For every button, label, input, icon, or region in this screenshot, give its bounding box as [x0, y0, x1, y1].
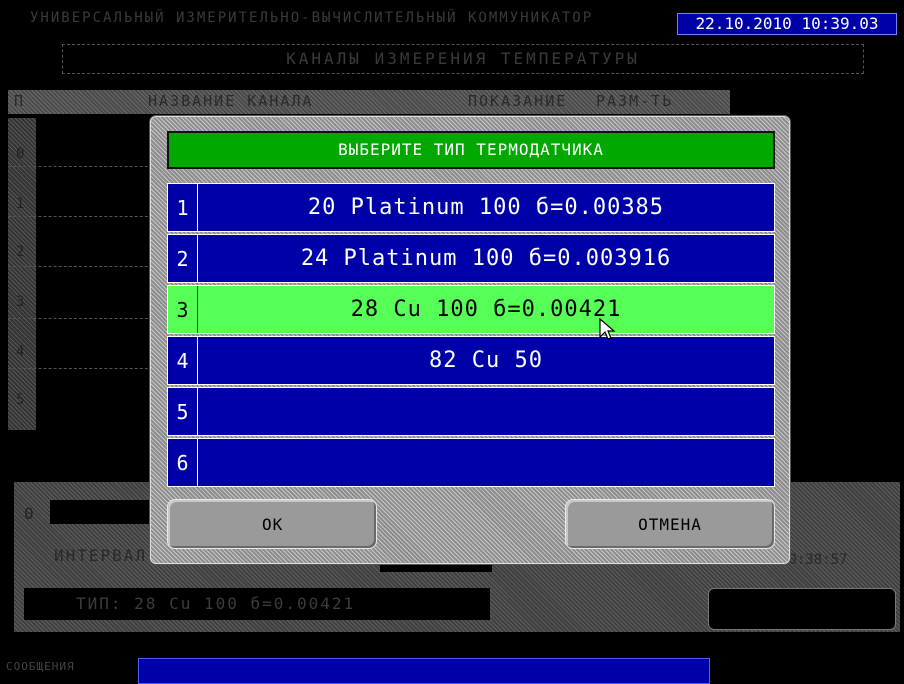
app-title-bar: УНИВЕРСАЛЬНЫЙ ИЗМЕРИТЕЛЬНО-ВЫЧИСЛИТЕЛЬНЫ… — [0, 8, 904, 35]
row-divider — [8, 368, 158, 369]
messages-bar — [138, 658, 710, 684]
item-label: 20 Platinum 100 б=0.00385 — [307, 195, 665, 220]
row-number: 2 — [16, 244, 25, 260]
row-number: 0 — [16, 146, 25, 162]
item-number: 6 — [168, 439, 198, 486]
row-number-column: 0 1 2 3 4 5 — [8, 118, 36, 430]
detail-time: 10:38:57 — [780, 552, 848, 568]
datetime-display: 22.10.2010 10:39.03 — [677, 13, 897, 35]
sensor-type-item-2[interactable]: 2 24 Platinum 100 б=0.003916 — [167, 234, 775, 283]
row-number: 3 — [16, 294, 25, 310]
mouse-pointer-icon — [599, 318, 616, 340]
row-divider — [8, 266, 158, 267]
item-label: 28 Cu 100 б=0.00421 — [350, 297, 622, 322]
cancel-button[interactable]: ОТМЕНА — [565, 499, 775, 549]
interval-label: ИНТЕРВАЛ — [54, 546, 148, 565]
row-divider — [8, 318, 158, 319]
col-number-header: П — [14, 92, 26, 110]
item-number: 3 — [168, 286, 198, 333]
item-number: 1 — [168, 184, 198, 231]
item-number: 5 — [168, 388, 198, 435]
row-number: 5 — [16, 392, 25, 408]
col-name-header: НАЗВАНИЕ КАНАЛА — [148, 92, 314, 110]
ok-button[interactable]: OK — [167, 499, 377, 549]
sensor-type-list: 1 20 Platinum 100 б=0.00385 2 24 Platinu… — [167, 183, 775, 489]
item-label: 82 Cu 50 — [429, 348, 543, 373]
dialog-title: ВЫБЕРИТЕ ТИП ТЕРМОДАТЧИКА — [167, 131, 775, 169]
row-divider — [8, 166, 158, 167]
detail-index: 0 — [24, 504, 34, 523]
sensor-type-dialog: ВЫБЕРИТЕ ТИП ТЕРМОДАТЧИКА 1 20 Platinum … — [150, 116, 790, 564]
col-value-header: ПОКАЗАНИЕ — [468, 92, 568, 110]
item-number: 2 — [168, 235, 198, 282]
detail-value-box — [708, 588, 896, 630]
col-unit-header: РАЗМ-ТЬ — [596, 92, 674, 110]
detail-name-field[interactable] — [50, 500, 162, 524]
row-divider — [8, 216, 158, 217]
row-number: 4 — [16, 344, 25, 360]
table-header: П НАЗВАНИЕ КАНАЛА ПОКАЗАНИЕ РАЗМ-ТЬ — [8, 90, 730, 114]
row-number: 1 — [16, 196, 25, 212]
messages-label: СООБЩЕНИЯ — [6, 660, 75, 673]
screen-header: КАНАЛЫ ИЗМЕРЕНИЯ ТЕМПЕРАТУРЫ — [62, 44, 864, 74]
sensor-type-item-5[interactable]: 5 — [167, 387, 775, 436]
item-number: 4 — [168, 337, 198, 384]
sensor-type-item-1[interactable]: 1 20 Platinum 100 б=0.00385 — [167, 183, 775, 232]
sensor-type-item-3-selected[interactable]: 3 28 Cu 100 б=0.00421 — [167, 285, 775, 334]
sensor-type-item-4[interactable]: 4 82 Cu 50 — [167, 336, 775, 385]
item-label: 24 Platinum 100 б=0.003916 — [300, 246, 672, 271]
sensor-type-item-6[interactable]: 6 — [167, 438, 775, 487]
app-title: УНИВЕРСАЛЬНЫЙ ИЗМЕРИТЕЛЬНО-ВЫЧИСЛИТЕЛЬНЫ… — [30, 10, 594, 26]
type-field: ТИП: 28 Cu 100 б=0.00421 — [24, 588, 490, 620]
